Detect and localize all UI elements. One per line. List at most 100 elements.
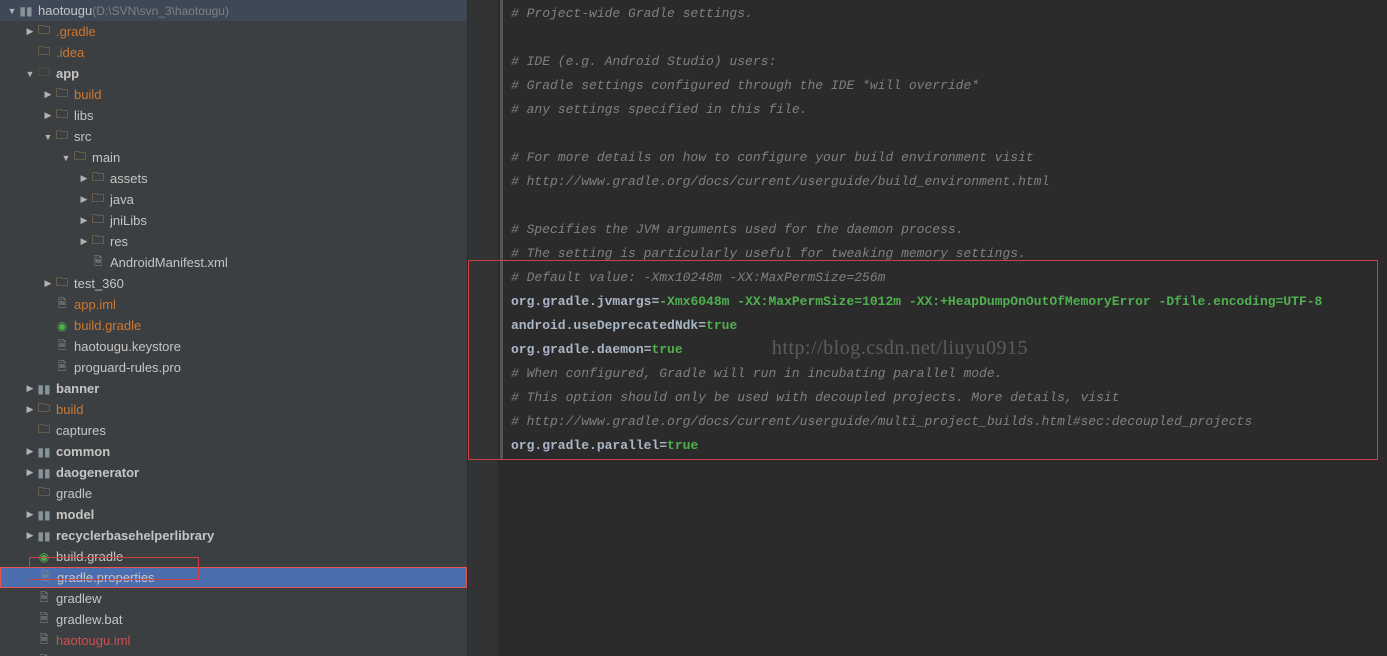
tree-item-haotougu-keystore[interactable]: ▶🗎haotougu.keystore [0,336,467,357]
file-icon: 🗎 [54,360,70,376]
tree-item-haotougu[interactable]: ▼▮▮haotougu (D:\SVN\svn_3\haotougu) [0,0,467,21]
folder-icon: 🗀 [36,45,52,61]
tree-item-gradle[interactable]: ▶🗀gradle [0,483,467,504]
tree-item-label: proguard-rules.pro [74,360,181,375]
android-module-icon: 🗀 [36,66,52,82]
tree-item-app-iml[interactable]: ▶🗎app.iml [0,294,467,315]
tree-item-java[interactable]: ▶🗀java [0,189,467,210]
folder-icon: 🗀 [72,150,88,166]
chevron-right-icon[interactable]: ▶ [78,173,90,184]
tree-item-label: app.iml [74,297,116,312]
chevron-down-icon[interactable]: ▼ [24,69,36,79]
tree-item-label: gradle.properties [57,570,155,585]
tree-item-label: model [56,507,94,522]
editor-line[interactable]: # Default value: -Xmx10248m -XX:MaxPermS… [511,266,1379,290]
tree-item-build-gradle[interactable]: ▶◉build.gradle [0,546,467,567]
tree-item--gradle[interactable]: ▶🗀.gradle [0,21,467,42]
editor-line[interactable] [511,122,1379,146]
editor-line[interactable]: # When configured, Gradle will run in in… [511,362,1379,386]
folder-icon: 🗀 [54,87,70,103]
tree-item-captures[interactable]: ▶🗀captures [0,420,467,441]
editor-line[interactable]: # IDE (e.g. Android Studio) users: [511,50,1379,74]
tree-item-banner[interactable]: ▶▮▮banner [0,378,467,399]
chevron-right-icon[interactable]: ▶ [24,530,36,541]
chevron-right-icon[interactable]: ▶ [24,446,36,457]
tree-item-app[interactable]: ▼🗀app [0,63,467,84]
chevron-right-icon[interactable]: ▶ [78,215,90,226]
chevron-right-icon[interactable]: ▶ [24,383,36,394]
chevron-down-icon[interactable]: ▼ [60,153,72,163]
editor-line[interactable]: org.gradle.parallel=true [511,434,1379,458]
editor-line[interactable]: # For more details on how to configure y… [511,146,1379,170]
tree-item-res[interactable]: ▶🗀res [0,231,467,252]
tree-item-build-gradle[interactable]: ▶◉build.gradle [0,315,467,336]
chevron-right-icon[interactable]: ▶ [42,89,54,100]
editor-line[interactable]: # http://www.gradle.org/docs/current/use… [511,170,1379,194]
chevron-right-icon[interactable]: ▶ [42,110,54,121]
tree-item-local-properties[interactable]: ▶🗎local.properties [0,651,467,656]
tree-item-haotougu-iml[interactable]: ▶🗎haotougu.iml [0,630,467,651]
editor-line[interactable]: # Specifies the JVM arguments used for t… [511,218,1379,242]
tree-item-test_360[interactable]: ▶🗀 test_360 [0,273,467,294]
tree-item-src[interactable]: ▼🗀src [0,126,467,147]
tree-item-main[interactable]: ▼🗀 main [0,147,467,168]
tree-item-daogenerator[interactable]: ▶▮▮daogenerator [0,462,467,483]
tree-item-build[interactable]: ▶🗀build [0,399,467,420]
folder-icon: 🗀 [90,171,106,187]
editor-line[interactable]: android.useDeprecatedNdk=true [511,314,1379,338]
tree-item-jnilibs[interactable]: ▶🗀 jniLibs [0,210,467,231]
file-icon: 🗎 [36,612,52,628]
chevron-down-icon[interactable]: ▼ [6,6,18,16]
folder-icon: 🗀 [54,276,70,292]
file-icon: 🗎 [36,591,52,607]
tree-item-label: test_360 [74,276,124,291]
tree-item-androidmanifest-xml[interactable]: ▶🗎AndroidManifest.xml [0,252,467,273]
editor-line[interactable]: org.gradle.jvmargs=-Xmx6048m -XX:MaxPerm… [511,290,1379,314]
chevron-right-icon[interactable]: ▶ [24,467,36,478]
tree-item-proguard-rules-pro[interactable]: ▶🗎proguard-rules.pro [0,357,467,378]
tree-item-label: recyclerbasehelperlibrary [56,528,214,543]
editor-line[interactable]: # Project-wide Gradle settings. [511,2,1379,26]
tree-item-suffix: (D:\SVN\svn_3\haotougu) [92,4,229,18]
tree-item-label: assets [110,171,148,186]
tree-item-model[interactable]: ▶▮▮model [0,504,467,525]
tree-item-common[interactable]: ▶▮▮common [0,441,467,462]
editor-line[interactable]: # The setting is particularly useful for… [511,242,1379,266]
tree-item-label: banner [56,381,99,396]
editor-line[interactable]: # This option should only be used with d… [511,386,1379,410]
tree-item-label: jniLibs [110,213,147,228]
chevron-right-icon[interactable]: ▶ [24,509,36,520]
chevron-right-icon[interactable]: ▶ [78,194,90,205]
editor-line[interactable]: # Gradle settings configured through the… [511,74,1379,98]
tree-item-label: AndroidManifest.xml [110,255,228,270]
tree-item-label: main [92,150,120,165]
editor-line[interactable] [511,194,1379,218]
chevron-right-icon[interactable]: ▶ [24,404,36,415]
chevron-right-icon[interactable]: ▶ [78,236,90,247]
tree-item-label: common [56,444,110,459]
code-editor[interactable]: # Project-wide Gradle settings. # IDE (e… [468,0,1387,656]
tree-item-label: build [56,402,83,417]
tree-item-assets[interactable]: ▶🗀 assets [0,168,467,189]
folder-icon: 🗀 [90,213,106,229]
folder-icon: 🗀 [54,108,70,124]
tree-item-build[interactable]: ▶🗀build [0,84,467,105]
editor-line[interactable] [511,26,1379,50]
chevron-right-icon[interactable]: ▶ [42,278,54,289]
editor-line[interactable]: # any settings specified in this file. [511,98,1379,122]
tree-item-gradlew[interactable]: ▶🗎gradlew [0,588,467,609]
tree-item--idea[interactable]: ▶🗀.idea [0,42,467,63]
tree-item-gradle-properties[interactable]: ▶🗎gradle.properties [0,567,467,588]
editor-line[interactable]: # http://www.gradle.org/docs/current/use… [511,410,1379,434]
folder-icon: 🗀 [36,486,52,502]
project-tree[interactable]: ▼▮▮haotougu (D:\SVN\svn_3\haotougu)▶🗀.gr… [0,0,468,656]
tree-item-gradlew-bat[interactable]: ▶🗎gradlew.bat [0,609,467,630]
chevron-right-icon[interactable]: ▶ [24,26,36,37]
tree-item-recyclerbasehelperlibrary[interactable]: ▶▮▮recyclerbasehelperlibrary [0,525,467,546]
editor-line[interactable]: org.gradle.daemon=true [511,338,1379,362]
chevron-down-icon[interactable]: ▼ [42,132,54,142]
tree-item-label: libs [74,108,94,123]
folder-icon: 🗀 [36,423,52,439]
module-icon: ▮▮ [36,465,52,481]
tree-item-libs[interactable]: ▶🗀 libs [0,105,467,126]
